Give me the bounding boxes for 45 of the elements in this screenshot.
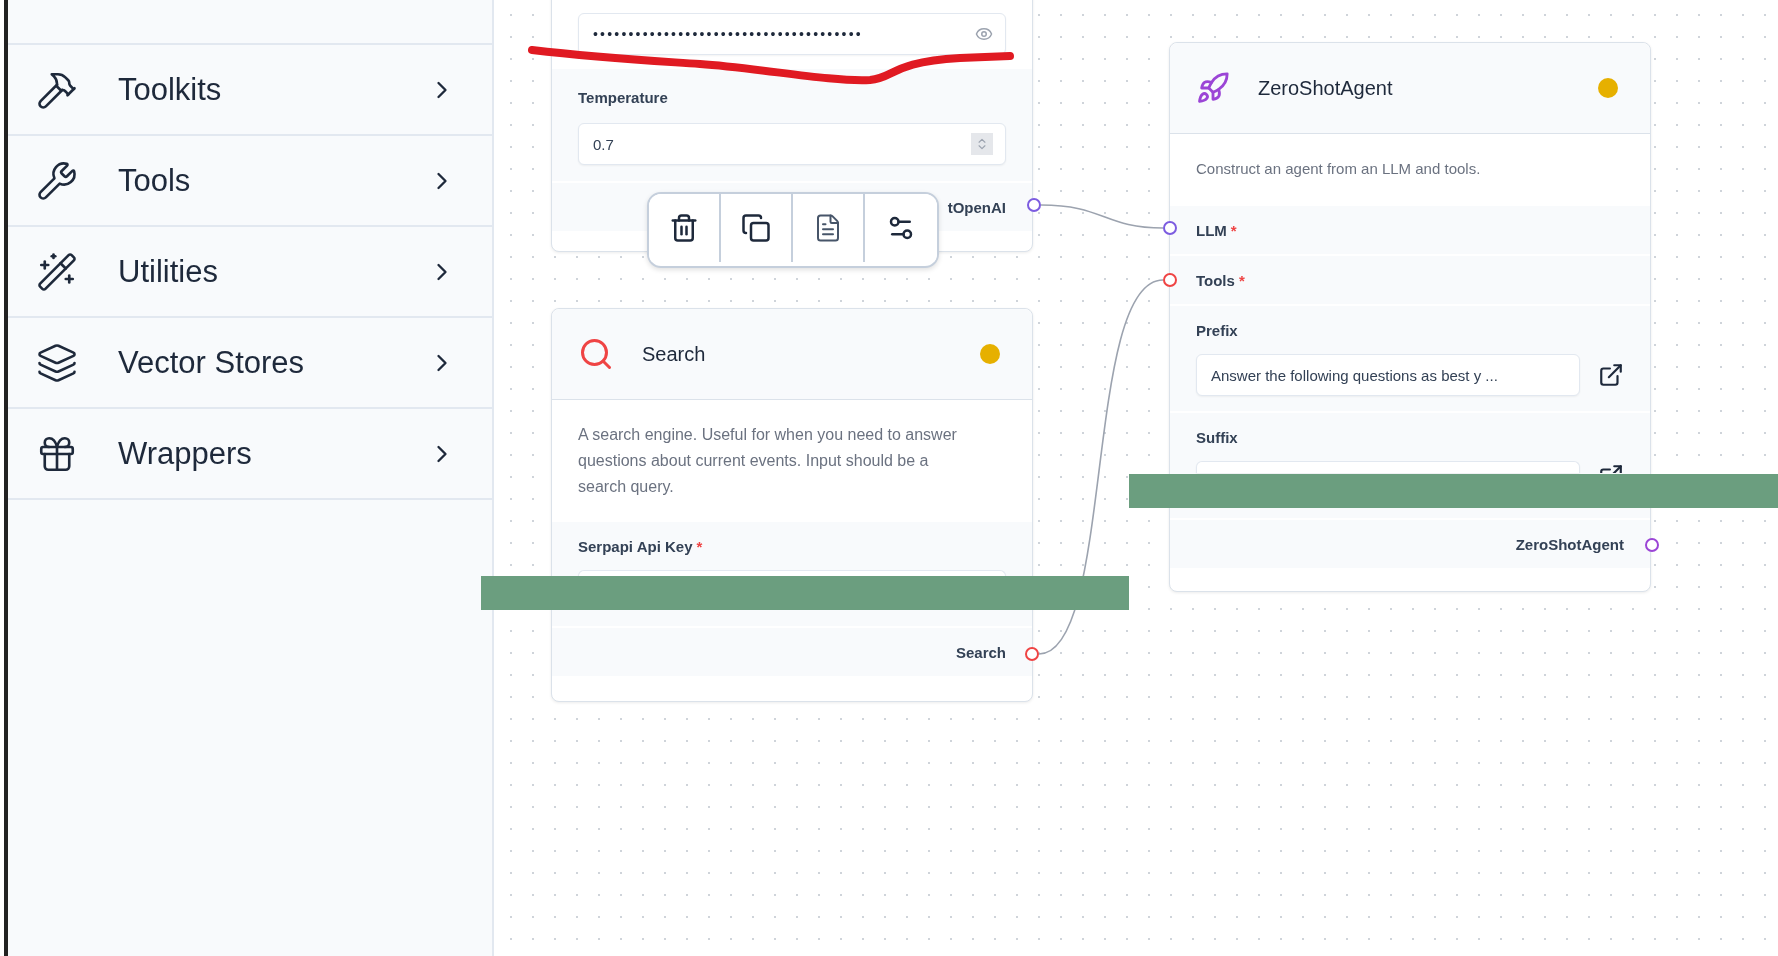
wrench-icon <box>36 159 78 202</box>
rocket-icon <box>1196 71 1230 105</box>
sidebar-item[interactable]: Vector Stores <box>8 318 492 409</box>
copy-icon <box>741 213 771 243</box>
field-label: Serpapi Api Key * <box>578 538 704 556</box>
node-title: ZeroShotAgent <box>1258 76 1394 100</box>
document-button[interactable] <box>793 194 865 262</box>
node-card[interactable]: ZeroShotAgent Construct an agent from an LLM and tools. LLM * Tools * Prefix Answer the following questions as best y ... Suffix ZeroShotAgent <box>1169 42 1651 592</box>
duplicate-button[interactable] <box>721 194 793 262</box>
output-handle[interactable] <box>1025 647 1039 661</box>
sidebar-item[interactable]: Tools <box>8 136 492 227</box>
text-field[interactable]: Answer the following questions as best y ... <box>1196 354 1580 396</box>
output-label: tOpenAI <box>947 198 1006 216</box>
output-label: Search <box>955 643 1006 661</box>
output-label: ZeroShotAgent <box>1515 535 1624 553</box>
input-label: Tools * <box>1196 271 1245 289</box>
field-label: Temperature <box>578 89 669 107</box>
input-handle[interactable] <box>1163 221 1177 235</box>
sidebar-item[interactable]: Wrappers <box>8 409 492 500</box>
field-label: Prefix <box>1196 322 1239 340</box>
field-label: Suffix <box>1196 429 1239 447</box>
input-handle[interactable] <box>1163 273 1177 287</box>
external-link-icon[interactable] <box>1598 362 1624 388</box>
node-description: A search engine. Useful for when you need to answer questions about current events. Input should be a search query. <box>578 425 958 497</box>
text-field[interactable] <box>1196 461 1580 473</box>
eye-icon[interactable] <box>975 25 993 43</box>
status-dot <box>980 344 1000 364</box>
external-link-icon[interactable] <box>1598 463 1624 473</box>
node-card[interactable]: Search A search engine. Useful for when you need to answer questions about current events. Input should be a search query. Serpapi Api Key * Search <box>551 308 1033 702</box>
trash-icon <box>669 213 699 243</box>
status-dot <box>1598 78 1618 98</box>
layers-icon <box>36 341 78 384</box>
sidebar-item[interactable]: Toolkits <box>8 45 492 136</box>
password-field[interactable]: •••••••••••••••••••••••••••••••••••••• <box>578 13 1006 55</box>
number-field[interactable]: 0.7 <box>578 123 1006 165</box>
output-handle[interactable] <box>1027 198 1041 212</box>
node-description: Construct an agent from an LLM and tools. <box>1196 159 1482 179</box>
output-handle[interactable] <box>1645 538 1659 552</box>
search-icon <box>578 336 614 372</box>
node-title: Search <box>642 342 707 366</box>
input-label: LLM * <box>1196 221 1237 239</box>
magic-wand-icon <box>36 250 78 293</box>
delete-button[interactable] <box>649 194 721 262</box>
settings-button[interactable] <box>865 194 937 262</box>
sidebar-item[interactable]: Utilities <box>8 227 492 318</box>
